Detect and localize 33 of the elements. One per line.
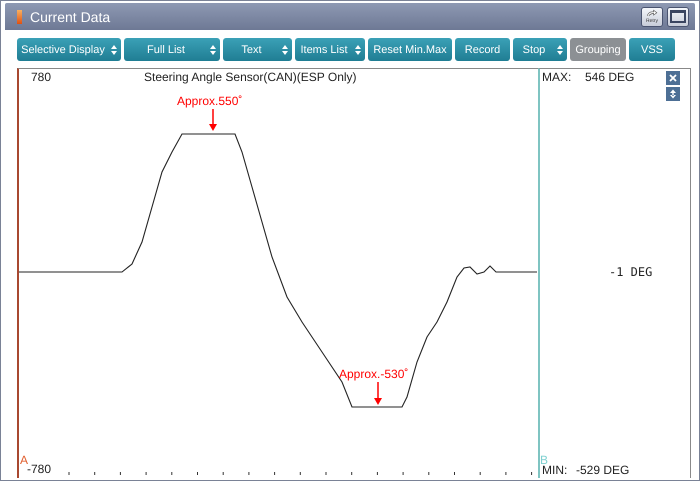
arrow-icon [644, 9, 660, 18]
max-value: 546 DEG [585, 70, 634, 84]
cursor-a-label: A [20, 453, 28, 467]
toolbar-button[interactable]: Selective Display [17, 38, 121, 61]
annotation-arrow [209, 109, 217, 131]
toolbar-button[interactable]: VSS [629, 38, 675, 61]
graph-title: Steering Angle Sensor(CAN)(ESP Only) [144, 70, 357, 84]
updown-icon [111, 44, 117, 54]
annotation-label: Approx.-530˚ [339, 367, 408, 381]
app-icon [17, 10, 22, 24]
updown-icon [355, 44, 361, 54]
toolbar-button[interactable]: Record [455, 38, 510, 61]
window-title: Current Data [30, 8, 110, 24]
resize-button[interactable] [666, 87, 680, 101]
annotation-label: Approx.550˚ [177, 94, 242, 108]
close-button[interactable] [666, 71, 680, 85]
toolbar-button[interactable]: Full List [124, 38, 220, 61]
toolbar-button[interactable]: Items List [295, 38, 365, 61]
updown-icon [557, 44, 563, 54]
updown-icon [282, 44, 288, 54]
toolbar-button[interactable]: Text [223, 38, 292, 61]
updown-icon [210, 44, 216, 54]
min-value: -529 DEG [576, 463, 630, 477]
max-label: MAX: [542, 70, 572, 84]
scale-max-label: 780 [31, 70, 52, 84]
scale-min-label: -780 [27, 462, 52, 476]
current-value: -1 DEG [609, 265, 652, 279]
toolbar-button[interactable]: Stop [513, 38, 567, 61]
updown-icon [668, 89, 678, 99]
close-icon [668, 73, 678, 83]
annotation-arrow [374, 382, 382, 405]
maximize-button[interactable] [667, 6, 689, 26]
toolbar-button[interactable]: Reset Min.Max [368, 38, 452, 61]
